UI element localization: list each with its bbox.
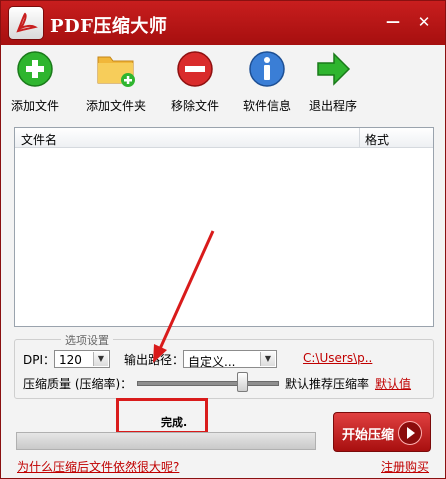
dpi-select[interactable]: 120 ▼	[54, 350, 110, 368]
remove-icon	[175, 49, 215, 89]
annotation-highlight-box	[116, 398, 208, 434]
close-button[interactable]: ✕	[415, 13, 433, 31]
add-icon	[15, 49, 55, 89]
info-icon	[247, 49, 287, 89]
file-list-header: 文件名 格式	[15, 128, 433, 148]
why-still-large-link[interactable]: 为什么压缩后文件依然很大呢?	[17, 458, 179, 475]
add-folder-button[interactable]: 添加文件夹	[81, 49, 151, 114]
options-legend: 选项设置	[61, 332, 113, 348]
chevron-down-icon[interactable]: ▼	[260, 352, 275, 366]
exit-button[interactable]: 退出程序	[305, 49, 361, 114]
quality-label: 压缩质量 (压缩率)：	[23, 377, 133, 391]
exit-label: 退出程序	[308, 99, 357, 113]
start-compress-button[interactable]: 开始压缩	[333, 412, 431, 452]
output-path-value: 自定义...	[188, 355, 236, 369]
title-bar: PDF压缩大师 — ✕	[1, 1, 445, 45]
add-file-label: 添加文件	[10, 99, 59, 113]
exit-arrow-icon	[313, 49, 353, 89]
add-file-button[interactable]: 添加文件	[7, 49, 63, 114]
window-title: PDF压缩大师	[50, 16, 168, 37]
default-value-link[interactable]: 默认值	[375, 375, 411, 392]
options-group: 选项设置 DPI： 120 ▼ 输出路径： 自定义... ▼ C:\Users\…	[14, 332, 434, 399]
progress-bar	[16, 432, 316, 450]
remove-file-label: 移除文件	[170, 99, 219, 113]
add-folder-label: 添加文件夹	[85, 99, 146, 113]
register-purchase-link[interactable]: 注册购买	[381, 458, 429, 475]
dpi-label: DPI：	[23, 353, 56, 367]
software-info-button[interactable]: 软件信息	[239, 49, 295, 114]
toolbar: 添加文件 添加文件夹 移除文件 软件信息 退出程序	[1, 49, 445, 119]
start-compress-label: 开始压缩	[342, 428, 395, 443]
column-header-filename[interactable]: 文件名	[21, 131, 57, 148]
pdf-logo-icon	[9, 7, 43, 39]
chevron-down-icon[interactable]: ▼	[93, 352, 108, 366]
app-window: PDF压缩大师 — ✕ 添加文件 添加文件夹 移除文件 软件信息 退出程序 文件…	[0, 0, 446, 479]
remove-file-button[interactable]: 移除文件	[167, 49, 223, 114]
file-list[interactable]: 文件名 格式	[14, 127, 434, 327]
quality-slider-track[interactable]	[137, 381, 279, 386]
dpi-value: 120	[59, 353, 82, 367]
column-header-format[interactable]: 格式	[365, 131, 389, 148]
play-icon	[398, 421, 422, 445]
quality-slider-thumb[interactable]	[237, 372, 248, 392]
add-folder-icon	[96, 49, 136, 89]
output-path-select[interactable]: 自定义... ▼	[183, 350, 277, 369]
software-info-label: 软件信息	[242, 99, 291, 113]
output-path-label: 输出路径：	[124, 353, 185, 367]
output-path-link[interactable]: C:\Users\p..	[303, 351, 372, 365]
default-rate-label: 默认推荐压缩率	[285, 377, 370, 391]
column-divider[interactable]	[359, 128, 360, 147]
minimize-button[interactable]: —	[384, 13, 402, 31]
